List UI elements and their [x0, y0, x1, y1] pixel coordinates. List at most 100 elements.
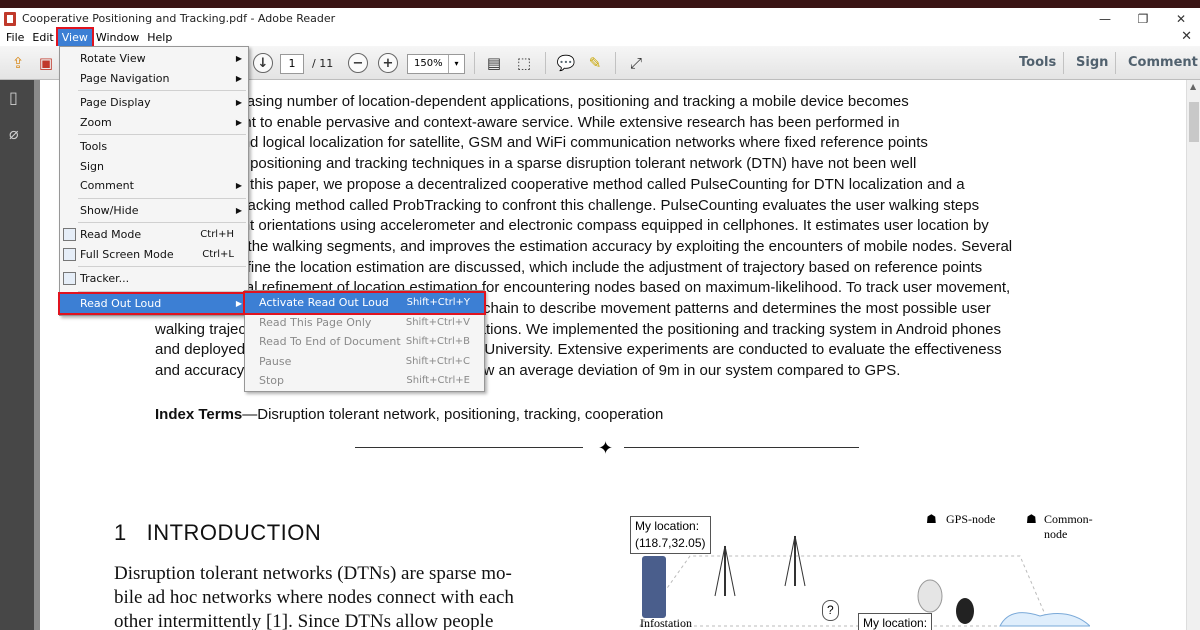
menu-separator: [78, 290, 246, 292]
abstract-line: addressed. In this paper, we propose a d…: [155, 175, 965, 193]
question-bubble: ?: [822, 600, 839, 621]
menu-item-shortcut: Ctrl+L: [202, 248, 234, 260]
menu-item-label: Tools: [80, 140, 108, 153]
open-icon[interactable]: ⇪: [8, 53, 28, 73]
menu-view[interactable]: View: [55, 27, 94, 48]
menu-item-read-mode[interactable]: Read Mode Ctrl+H: [60, 225, 248, 245]
infostation-label: Infostation: [640, 616, 692, 630]
zoom-select[interactable]: 150% ▾: [407, 54, 465, 74]
menu-item-read-out-loud[interactable]: Read Out Loud ▶: [58, 291, 250, 315]
chevron-right-icon: ▶: [235, 298, 242, 308]
menu-item-zoom[interactable]: Zoom ▶: [60, 113, 248, 133]
menu-edit[interactable]: Edit: [28, 29, 57, 46]
network-figure: My location: (118.7,32.05) ☗ GPS-node ☗ …: [630, 512, 1093, 630]
menu-separator: [78, 197, 246, 199]
menu-item-label: Page Navigation: [80, 71, 170, 85]
read-out-loud-submenu: Activate Read Out Loud Shift+Ctrl+Y Read …: [243, 290, 486, 392]
abstract-line: probabilistic tracking method called Pro…: [155, 196, 980, 214]
menu-item-comment[interactable]: Comment ▶: [60, 176, 248, 196]
common-node-legend: Common-node: [1044, 512, 1093, 541]
scroll-thumb[interactable]: [1189, 102, 1199, 142]
abstract-line: more important to enable pervasive and c…: [155, 113, 900, 131]
expand-icon[interactable]: ⤢: [626, 53, 646, 73]
section-divider: [355, 447, 583, 448]
chevron-right-icon: ▶: [235, 205, 242, 215]
close-document-button[interactable]: ✕: [1181, 29, 1192, 44]
menu-item-shortcut: Shift+Ctrl+E: [406, 375, 470, 386]
menu-item-page-display[interactable]: Page Display ▶: [60, 93, 248, 113]
menu-item-label: Sign: [80, 159, 104, 173]
menu-separator: [78, 266, 246, 267]
comment-note-icon[interactable]: 💬: [556, 53, 576, 73]
toolbar-divider: [474, 52, 475, 74]
index-terms-label: Index Terms: [155, 406, 243, 423]
menu-separator: [78, 90, 246, 91]
menu-item-tracker[interactable]: Tracker...: [60, 269, 248, 289]
toolbar-divider: [1063, 52, 1064, 74]
close-button[interactable]: ✕: [1162, 8, 1200, 29]
menu-item-label: Full Screen Mode: [80, 247, 174, 261]
menu-item-label: Read Mode: [80, 228, 142, 241]
scroll-up-icon[interactable]: ▲: [1190, 82, 1196, 91]
common-node-icon: ☗: [1026, 512, 1037, 526]
menu-window[interactable]: Window: [92, 29, 143, 46]
zoom-in-icon[interactable]: +: [378, 53, 398, 73]
fit-page-icon[interactable]: ▤: [484, 53, 504, 73]
restore-button[interactable]: ❐: [1124, 8, 1162, 29]
menu-item-label: Show/Hide: [80, 203, 139, 217]
section-heading: 1 INTRODUCTION: [114, 520, 321, 546]
menu-item-stop: Stop Shift+Ctrl+E: [245, 371, 484, 391]
menu-item-label: Rotate View: [80, 52, 146, 65]
minimize-button[interactable]: —: [1086, 8, 1124, 29]
menu-item-tools[interactable]: Tools: [60, 137, 248, 157]
zoom-out-icon[interactable]: −: [348, 53, 368, 73]
navigation-pane: ▯ ⌀: [0, 80, 34, 630]
menu-item-sign[interactable]: Sign: [60, 157, 248, 177]
abstract-line: With the increasing number of location-d…: [155, 93, 909, 110]
abstract-line: and movement orientations using accelero…: [155, 217, 989, 235]
menu-item-pause: Pause Shift+Ctrl+C: [245, 352, 484, 372]
title-bar: Cooperative Positioning and Tracking.pdf…: [0, 8, 1200, 29]
chevron-right-icon: ▶: [235, 181, 242, 190]
index-terms: Index Terms—Disruption tolerant network,…: [155, 406, 663, 423]
chevron-right-icon: ▶: [235, 98, 242, 107]
location-callout: My location: (118.7,32.05): [630, 516, 711, 554]
zoom-value: 150%: [414, 58, 443, 69]
menu-item-label: Zoom: [80, 115, 112, 129]
next-page-icon[interactable]: ↓: [253, 53, 273, 73]
menu-item-label: Stop: [259, 374, 285, 387]
intro-line: bile ad hoc networks where nodes connect…: [114, 587, 514, 608]
menu-item-shortcut: Ctrl+H: [200, 229, 234, 240]
abstract-line: are deployed, positioning and tracking t…: [155, 155, 917, 173]
highlight-icon[interactable]: ✎: [585, 53, 605, 73]
vertical-scrollbar[interactable]: ▲: [1186, 80, 1200, 630]
toolbar-divider: [545, 52, 546, 74]
comment-pane-button[interactable]: Comment: [1128, 55, 1198, 70]
menu-item-label: Read Out Loud: [80, 296, 162, 310]
menu-item-shortcut: Shift+Ctrl+B: [405, 336, 470, 347]
page-thumbnails-icon[interactable]: ▯: [9, 88, 27, 108]
menu-item-full-screen-mode[interactable]: Full Screen Mode Ctrl+L: [60, 245, 248, 265]
tools-pane-button[interactable]: Tools: [1019, 55, 1056, 70]
attachments-icon[interactable]: ⌀: [9, 124, 27, 144]
menu-item-activate-read-out-loud[interactable]: Activate Read Out Loud Shift+Ctrl+Y: [243, 291, 486, 315]
menu-help[interactable]: Help: [143, 29, 176, 46]
menu-item-label: Tracker...: [80, 272, 130, 285]
menu-item-label: Pause: [259, 354, 292, 368]
intro-line: other intermittently [1]. Since DTNs all…: [114, 611, 494, 630]
fit-width-icon[interactable]: ⬚: [514, 53, 534, 73]
full-screen-icon: [63, 247, 76, 261]
create-pdf-icon[interactable]: ▣: [36, 53, 56, 73]
read-mode-icon: [63, 228, 76, 241]
location-callout-value: (118.7,32.05): [635, 536, 706, 550]
menu-item-shortcut: Shift+Ctrl+C: [405, 355, 470, 367]
menu-item-rotate-view[interactable]: Rotate View ▶: [60, 49, 248, 69]
menu-item-read-this-page: Read This Page Only Shift+Ctrl+V: [245, 313, 484, 333]
menu-item-show-hide[interactable]: Show/Hide ▶: [60, 201, 248, 221]
menu-item-page-navigation[interactable]: Page Navigation ▶: [60, 69, 248, 89]
chevron-right-icon: ▶: [235, 117, 242, 127]
chevron-down-icon[interactable]: ▾: [448, 55, 464, 73]
menu-file[interactable]: File: [2, 29, 28, 46]
page-number-input[interactable]: 1: [280, 54, 304, 74]
sign-pane-button[interactable]: Sign: [1076, 55, 1108, 70]
